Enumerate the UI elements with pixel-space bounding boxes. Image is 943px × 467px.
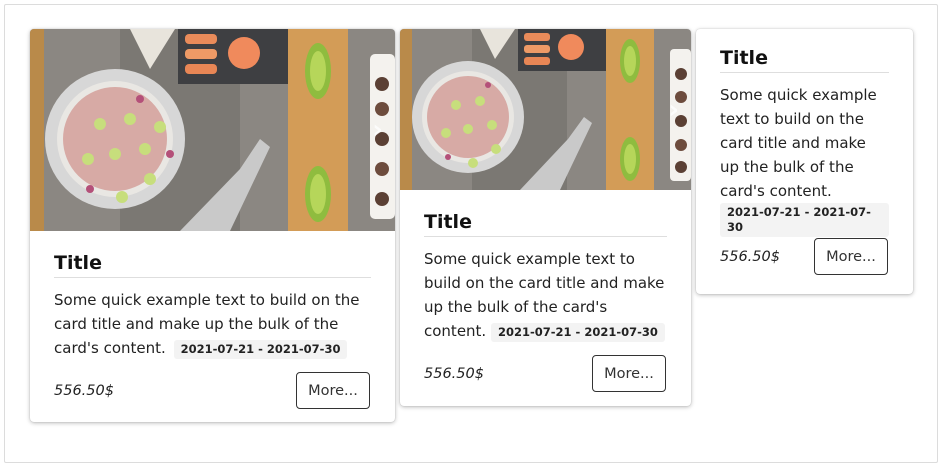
card-title: Title <box>720 46 889 73</box>
more-button[interactable]: More... <box>296 372 370 409</box>
card-text: Some quick example text to build on the … <box>720 83 889 238</box>
card-title: Title <box>424 210 667 237</box>
chevron-right-icon[interactable]: › <box>372 117 383 143</box>
price: 556.50$ <box>54 383 114 399</box>
card-1: › Title Some quick example text to build… <box>30 29 395 422</box>
date-range-badge: 2021-07-21 - 2021-07-30 <box>490 323 665 342</box>
date-range-badge: 2021-07-21 - 2021-07-30 <box>720 203 889 237</box>
card-image: › <box>400 29 691 190</box>
card-title: Title <box>54 251 371 278</box>
price: 556.50$ <box>720 249 780 265</box>
more-button[interactable]: More... <box>814 238 888 275</box>
card-text: Some quick example text to build on the … <box>54 288 371 360</box>
card-body: Title Some quick example text to build o… <box>424 210 667 343</box>
card-2: › Title Some quick example text to build… <box>400 29 691 406</box>
cards-container: › Title Some quick example text to build… <box>4 4 938 463</box>
card-description: Some quick example text to build on the … <box>720 86 877 200</box>
more-button[interactable]: More... <box>592 355 666 392</box>
card-text: Some quick example text to build on the … <box>424 247 667 343</box>
card-body: Title Some quick example text to build o… <box>54 251 371 360</box>
date-range-badge: 2021-07-21 - 2021-07-30 <box>173 340 348 359</box>
card-image: › <box>30 29 395 231</box>
card-body: Title Some quick example text to build o… <box>720 46 889 238</box>
card-3: Title Some quick example text to build o… <box>696 29 913 294</box>
price: 556.50$ <box>424 366 484 382</box>
chevron-right-icon[interactable]: › <box>668 97 679 123</box>
